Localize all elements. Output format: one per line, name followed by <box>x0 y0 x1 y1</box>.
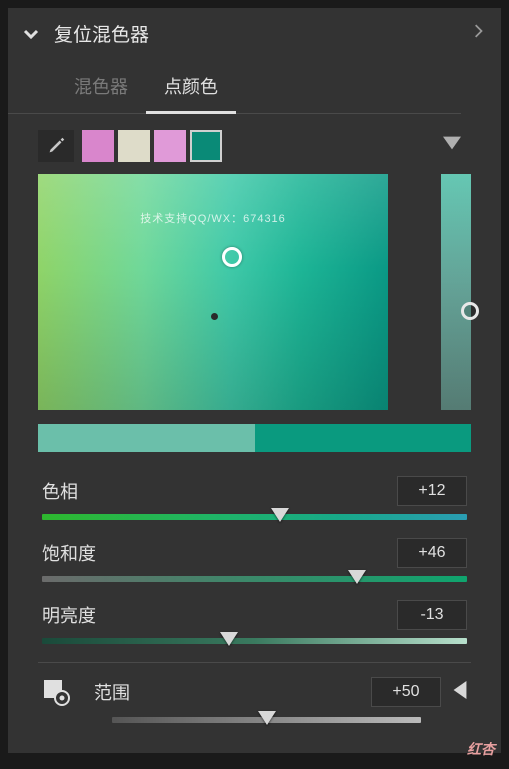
range-icon[interactable] <box>42 678 70 706</box>
swatch-1[interactable] <box>82 130 114 162</box>
dropdown-icon[interactable] <box>443 136 461 155</box>
range-row: 范围 +50 <box>8 677 501 707</box>
hue-handle-slider[interactable] <box>271 508 289 522</box>
hue-track[interactable] <box>42 514 467 520</box>
light-track[interactable] <box>42 638 467 644</box>
tab-bar: 混色器 点颜色 <box>8 63 461 114</box>
eyedropper-button[interactable] <box>38 130 74 162</box>
footer-watermark: 红杏 <box>467 739 495 759</box>
slider-saturation: 饱和度 +46 <box>42 538 467 582</box>
light-handle[interactable] <box>220 632 238 646</box>
hue-label: 色相 <box>42 478 78 504</box>
hue-value[interactable]: +12 <box>397 476 467 506</box>
compare-bar <box>38 424 471 452</box>
light-value[interactable]: -13 <box>397 600 467 630</box>
chevron-down-icon[interactable] <box>22 25 40 43</box>
chevron-right-icon[interactable] <box>473 24 483 43</box>
divider <box>38 662 471 663</box>
color-field[interactable]: 技术支持QQ/WX：674316 <box>38 174 388 410</box>
swatch-row <box>8 114 501 174</box>
tab-point-color[interactable]: 点颜色 <box>146 63 236 114</box>
swatch-4[interactable] <box>190 130 222 162</box>
slider-lightness: 明亮度 -13 <box>42 600 467 644</box>
sat-value[interactable]: +46 <box>397 538 467 568</box>
range-label: 范围 <box>94 679 371 705</box>
compare-after <box>255 424 472 452</box>
swatch-3[interactable] <box>154 130 186 162</box>
watermark-text: 技术支持QQ/WX：674316 <box>140 210 286 226</box>
hue-strip[interactable] <box>441 174 471 410</box>
compare-before <box>38 424 255 452</box>
sat-track[interactable] <box>42 576 467 582</box>
sat-handle[interactable] <box>348 570 366 584</box>
panel-title: 复位混色器 <box>54 20 149 47</box>
slider-hue: 色相 +12 <box>42 476 467 520</box>
color-ring-marker[interactable] <box>222 247 242 267</box>
panel-header: 复位混色器 <box>8 8 501 55</box>
sat-label: 饱和度 <box>42 540 96 566</box>
color-picker-wrap: 技术支持QQ/WX：674316 <box>8 174 501 410</box>
tab-mixer[interactable]: 混色器 <box>56 63 146 113</box>
swatch-2[interactable] <box>118 130 150 162</box>
hue-handle[interactable] <box>461 302 479 320</box>
range-value[interactable]: +50 <box>371 677 441 707</box>
light-label: 明亮度 <box>42 602 96 628</box>
range-track[interactable] <box>112 717 421 723</box>
chevron-left-icon[interactable] <box>453 681 467 704</box>
color-dot-marker <box>211 313 218 320</box>
range-handle[interactable] <box>258 711 276 725</box>
